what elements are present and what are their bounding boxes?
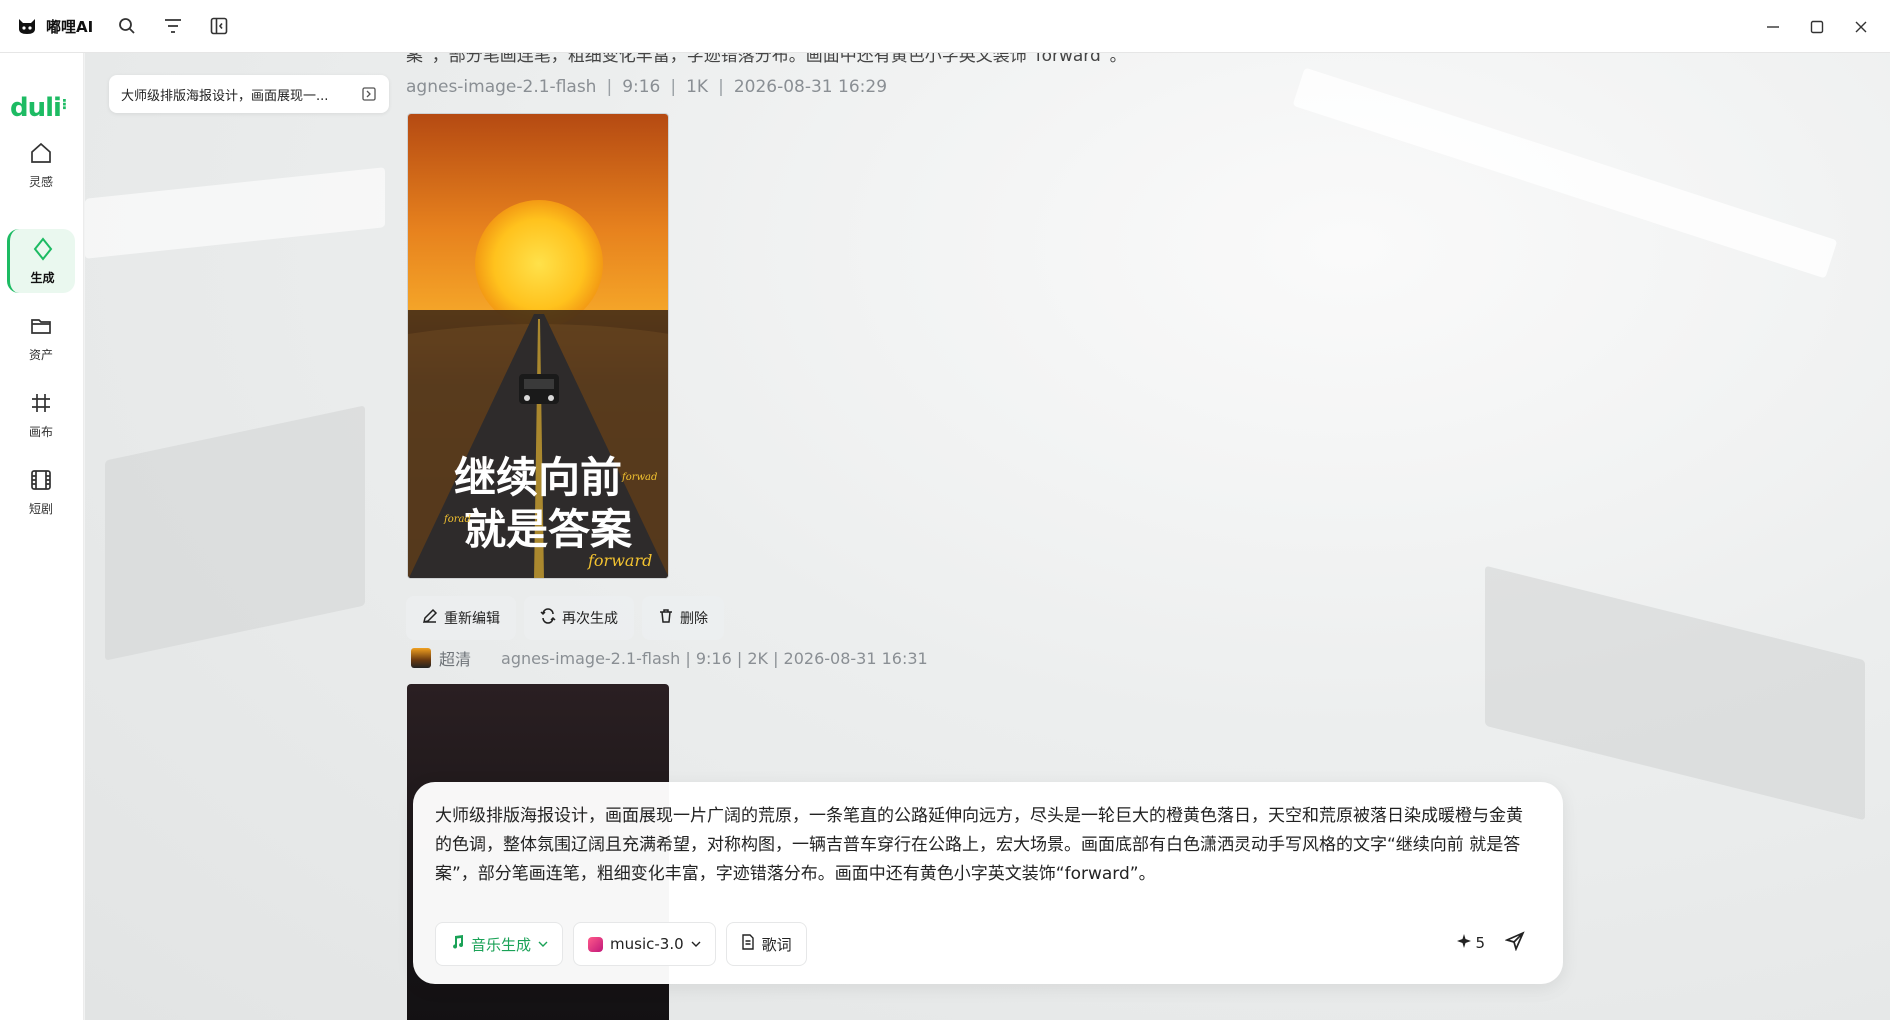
brand-logo: duli⠇: [10, 93, 72, 123]
app-name: 嘟哩AI: [46, 17, 94, 36]
document-icon: [741, 934, 755, 954]
chevron-down-icon: [691, 939, 701, 949]
re-edit-button[interactable]: 重新编辑: [406, 596, 516, 640]
minimize-icon[interactable]: [1762, 16, 1784, 38]
mode-select[interactable]: 音乐生成: [435, 922, 564, 966]
sidebar-item-canvas[interactable]: 画布: [7, 383, 75, 447]
lyrics-button[interactable]: 歌词: [725, 922, 807, 966]
frame-icon: [29, 391, 53, 419]
sidebar-item-assets[interactable]: 资产: [7, 306, 75, 370]
folder-icon: [29, 314, 53, 342]
close-icon[interactable]: [1850, 16, 1872, 38]
sidebar-item-inspiration[interactable]: 灵感: [7, 133, 75, 197]
background-decoration: [85, 167, 385, 259]
result-actions: 重新编辑 再次生成 删除: [406, 596, 724, 640]
music-note-icon: [450, 935, 464, 953]
poster-title-line2: 就是答案: [464, 505, 633, 554]
sidebar-item-generate[interactable]: 生成: [7, 229, 75, 293]
chevron-down-icon: [538, 939, 548, 949]
send-icon[interactable]: [1504, 931, 1525, 955]
sidebar-item-label: 短剧: [28, 501, 53, 516]
search-icon[interactable]: [115, 14, 139, 38]
result-thumbnail: [411, 648, 431, 668]
sidebar-item-label: 生成: [30, 270, 55, 285]
sparkle-icon: [1457, 934, 1472, 952]
expand-icon[interactable]: [361, 86, 377, 102]
delete-button[interactable]: 删除: [642, 596, 724, 640]
filter-icon[interactable]: [161, 14, 185, 38]
sidebar-item-label: 画布: [28, 424, 53, 439]
trash-icon: [658, 608, 674, 628]
sidebar-item-label: 资产: [28, 347, 53, 362]
poster-deco-text: forward: [587, 551, 652, 570]
model-select[interactable]: music-3.0: [573, 922, 716, 966]
regenerate-button[interactable]: 再次生成: [524, 596, 634, 640]
maximize-icon[interactable]: [1806, 16, 1828, 38]
sidebar-toggle-icon[interactable]: [207, 14, 231, 38]
film-icon: [29, 468, 53, 496]
sidebar-item-short-drama[interactable]: 短剧: [7, 460, 75, 524]
background-decoration: [1292, 67, 1838, 279]
previous-prompt-text: 案”，部分笔画连笔，粗细变化丰富，字迹错落分布。画面中还有黄色小字英文装饰“fo…: [406, 53, 1127, 66]
poster-title-line1: 继续向前: [454, 453, 622, 502]
result-meta: agnes-image-2.1-flash | 9:16 | 1K | 2026-08-31…: [406, 77, 888, 97]
left-sidebar: duli⠇ 灵感 生成 资产 画布 短剧: [0, 53, 84, 1020]
refresh-icon: [540, 608, 556, 628]
background-decoration: [105, 405, 365, 661]
title-bar: 嘟哩AI: [0, 0, 1890, 53]
generated-image[interactable]: 继续向前 就是答案 forwad forad forward: [407, 113, 669, 579]
credits-indicator: 5: [1457, 934, 1485, 952]
chat-history-chip[interactable]: 大师级排版海报设计，画面展现一...: [109, 75, 389, 113]
pencil-icon: [422, 608, 438, 628]
sidebar-item-label: 灵感: [28, 174, 53, 189]
poster-deco-text: forad: [443, 514, 471, 525]
result-meta-2: 超清 agnes-image-2.1-flash | 9:16 | 2K | 2…: [411, 646, 928, 670]
home-icon: [29, 141, 53, 169]
model-icon: [588, 936, 604, 952]
poster-deco-text: forwad: [621, 472, 657, 483]
diamond-icon: [31, 236, 55, 265]
app-logo-icon: [16, 15, 38, 37]
quality-badge: 超清: [439, 650, 472, 669]
prompt-input[interactable]: 大师级排版海报设计，画面展现一片广阔的荒原，一条笔直的公路延伸向远方，尽头是一轮…: [435, 802, 1535, 889]
main-area: 大师级排版海报设计，画面展现一... 案”，部分笔画连笔，粗细变化丰富，字迹错落…: [85, 53, 1890, 1020]
result-info: agnes-image-2.1-flash | 9:16 | 2K | 2026…: [501, 648, 928, 668]
prompt-composer: 大师级排版海报设计，画面展现一片广阔的荒原，一条笔直的公路延伸向远方，尽头是一轮…: [413, 782, 1563, 984]
chat-chip-text: 大师级排版海报设计，画面展现一...: [121, 88, 329, 104]
